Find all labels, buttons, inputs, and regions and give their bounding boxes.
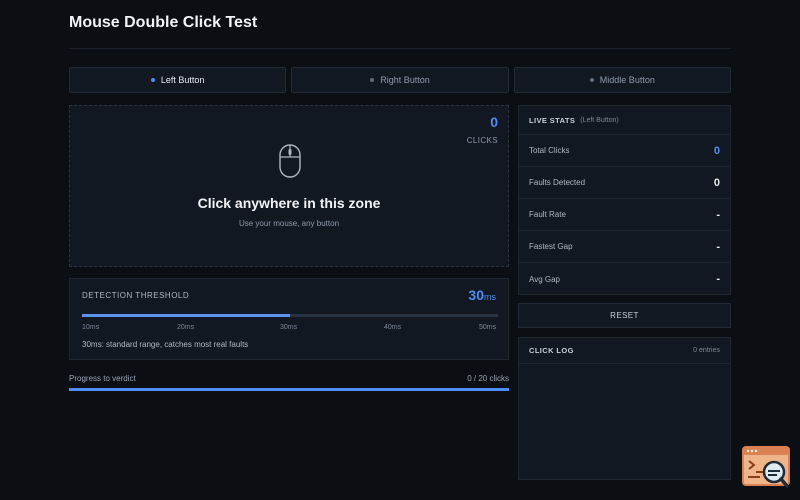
stat-label: Faults Detected: [529, 178, 586, 187]
title-divider: [69, 48, 731, 49]
progress-bar: [69, 388, 509, 391]
live-stats-title: LIVE STATS: [529, 115, 576, 125]
click-log-title: CLICK LOG: [529, 346, 574, 355]
tab-label: Middle Button: [599, 75, 655, 85]
tick-label: 50ms: [479, 324, 497, 331]
click-count-value: 0: [490, 114, 498, 130]
click-log-header: CLICK LOG 0 entries: [519, 338, 730, 364]
stat-value: 0: [713, 144, 720, 157]
stat-label: Avg Gap: [529, 274, 560, 284]
threshold-value: 30ms: [468, 287, 496, 305]
tab-right-button[interactable]: Right Button: [291, 67, 509, 93]
click-log-count: 0 entries: [693, 347, 720, 354]
threshold-unit: ms: [484, 292, 496, 302]
threshold-description: 30ms: standard range, catches most real …: [82, 340, 249, 349]
click-zone[interactable]: 0 CLICKS Click anywhere in this zone Use…: [69, 105, 509, 267]
stat-label: Fault Rate: [529, 210, 566, 219]
threshold-panel: DETECTION THRESHOLD 30ms 10ms 20ms 30ms …: [69, 278, 509, 360]
tab-label: Right Button: [380, 75, 430, 85]
live-stats-subtitle: (Left Button): [580, 116, 619, 124]
threshold-label: DETECTION THRESHOLD: [82, 291, 190, 300]
reset-button[interactable]: RESET: [518, 303, 731, 328]
button-tabs: Left Button Right Button Middle Button: [69, 67, 731, 93]
tick-label: 20ms: [177, 324, 195, 331]
progress-count: 0 / 20 clicks: [467, 374, 509, 383]
dot-icon: [589, 78, 594, 82]
threshold-slider[interactable]: [82, 314, 498, 317]
tick-label: 10ms: [82, 324, 100, 331]
tab-label: Left Button: [160, 75, 205, 85]
stat-row-avg-gap: Avg Gap -: [519, 263, 730, 295]
stat-value: -: [716, 273, 720, 285]
stat-row-total-clicks: Total Clicks 0: [519, 135, 730, 167]
click-count-label: CLICKS: [466, 136, 498, 145]
mouse-icon: [279, 144, 301, 178]
stat-label: Fastest Gap: [529, 242, 573, 251]
threshold-number: 30: [468, 287, 484, 303]
tab-left-button[interactable]: Left Button: [69, 67, 287, 93]
dot-icon: [370, 78, 375, 82]
threshold-slider-fill: [82, 314, 290, 317]
live-stats-header: LIVE STATS (Left Button): [519, 106, 730, 135]
tick-label: 30ms: [280, 324, 298, 331]
click-counter: 0 CLICKS: [467, 114, 498, 148]
stat-value: -: [716, 240, 720, 253]
click-zone-title: Click anywhere in this zone: [197, 195, 381, 211]
stat-row-fastest-gap: Fastest Gap -: [519, 231, 730, 263]
progress-bar-fill: [69, 388, 509, 391]
progress-label: Progress to verdict: [69, 374, 136, 383]
active-dot-icon: [150, 78, 155, 82]
page-title: Mouse Double Click Test: [69, 14, 258, 31]
click-zone-subtitle: Use your mouse, any button: [238, 219, 340, 228]
terminal-search-icon[interactable]: [742, 446, 792, 490]
stat-row-faults-detected: Faults Detected 0: [519, 167, 730, 199]
tab-middle-button[interactable]: Middle Button: [513, 67, 731, 93]
live-stats-panel: LIVE STATS (Left Button) Total Clicks 0 …: [518, 105, 731, 295]
stat-value: 0: [713, 176, 720, 189]
click-log-panel: CLICK LOG 0 entries: [518, 337, 731, 480]
stat-value: -: [716, 208, 720, 221]
tick-label: 40ms: [384, 324, 402, 331]
stat-row-fault-rate: Fault Rate -: [519, 199, 730, 231]
stat-label: Total Clicks: [529, 146, 570, 155]
